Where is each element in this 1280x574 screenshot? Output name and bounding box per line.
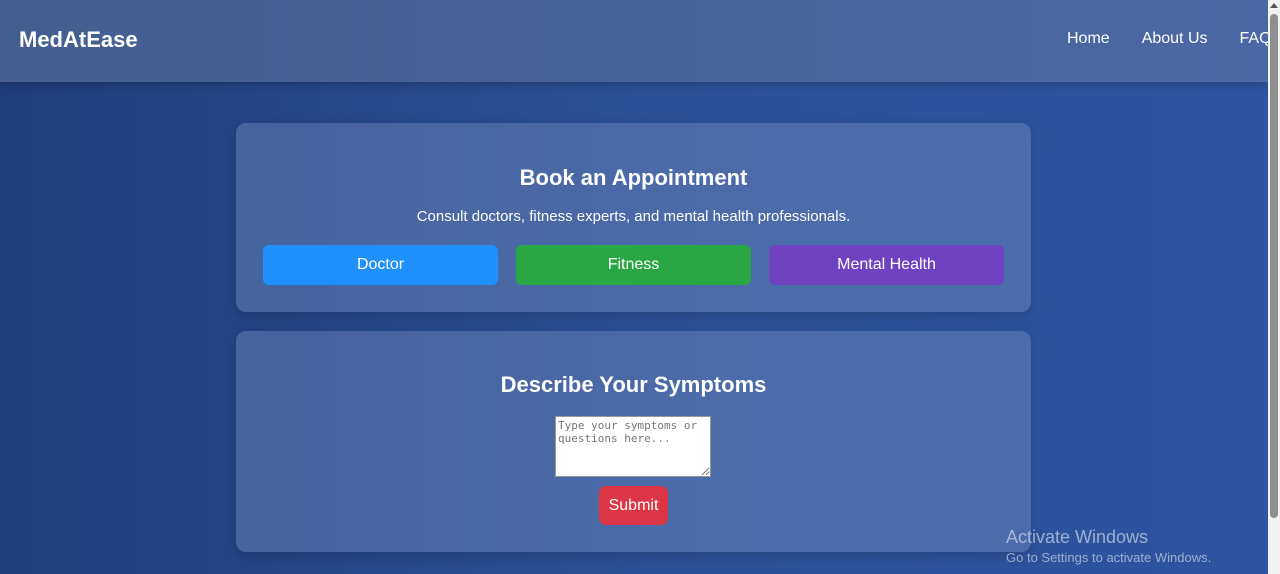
watermark-subtitle: Go to Settings to activate Windows. (1006, 550, 1212, 565)
booking-title: Book an Appointment (519, 165, 748, 190)
page-scrollbar[interactable] (1268, 0, 1280, 574)
nav-link-about-us[interactable]: About Us (1142, 30, 1208, 48)
navbar: MedAtEase Home About Us FAQs (0, 0, 1280, 82)
fitness-button[interactable]: Fitness (516, 245, 751, 285)
booking-card: Book an Appointment Consult doctors, fit… (236, 123, 1031, 312)
doctor-button[interactable]: Doctor (263, 245, 498, 285)
scrollbar-thumb[interactable] (1270, 14, 1278, 518)
nav-links: Home About Us FAQs (1067, 30, 1280, 48)
symptoms-title: Describe Your Symptoms (500, 372, 767, 397)
activate-windows-watermark: Activate Windows Go to Settings to activ… (1006, 527, 1211, 567)
booking-subtitle: Consult doctors, fitness experts, and me… (416, 208, 851, 225)
mental-health-button[interactable]: Mental Health (769, 245, 1004, 285)
submit-button[interactable]: Submit (599, 486, 668, 525)
scroll-up-arrow-icon[interactable] (1270, 3, 1278, 8)
brand-logo[interactable]: MedAtEase (19, 27, 138, 53)
nav-link-home[interactable]: Home (1067, 30, 1110, 48)
watermark-title: Activate Windows (1006, 527, 1149, 547)
symptoms-textarea[interactable] (555, 416, 711, 477)
symptoms-card: Describe Your Symptoms Submit (236, 331, 1031, 552)
